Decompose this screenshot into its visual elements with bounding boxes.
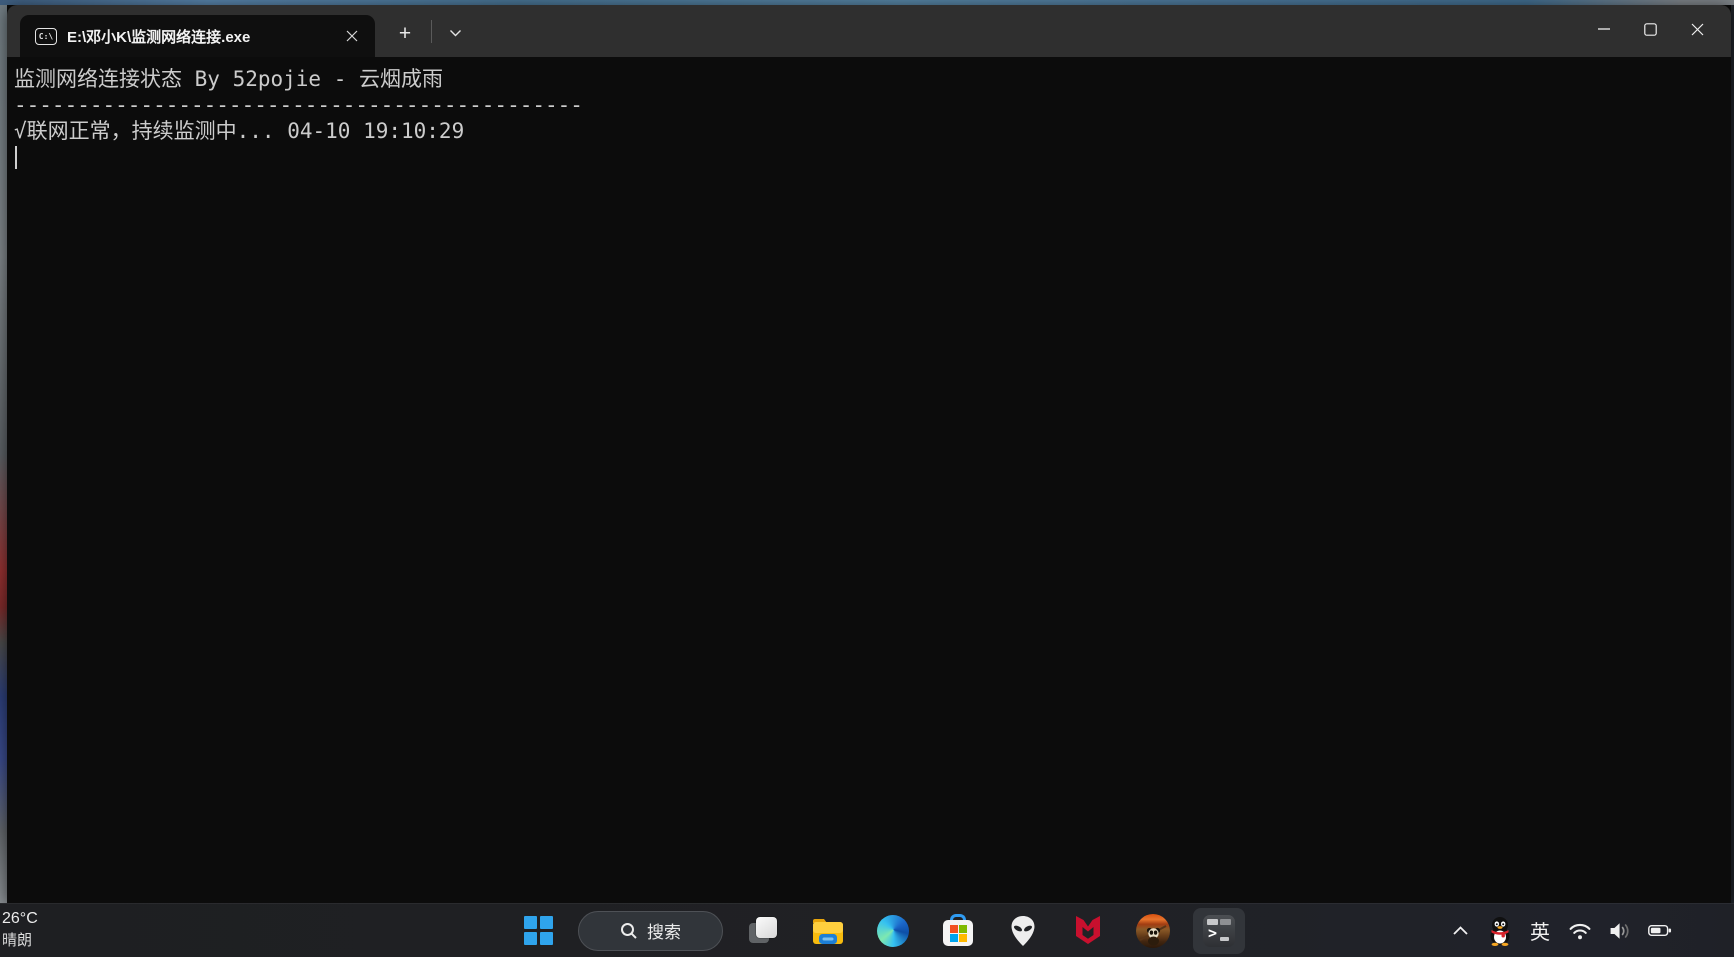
taskbar: 26°C 晴朗 搜索 — [0, 903, 1734, 957]
mcafee-button[interactable] — [1063, 908, 1113, 954]
terminal-titlebar[interactable]: C:\ E:\邓小K\监测网络连接.exe + — [7, 5, 1731, 57]
tab-title: E:\邓小K\监测网络连接.exe — [67, 26, 331, 47]
weather-condition: 晴朗 — [2, 930, 38, 952]
volume-icon — [1608, 920, 1632, 942]
volume-tray-button[interactable] — [1608, 915, 1632, 947]
windows-logo-icon — [524, 916, 553, 945]
terminal-line-divider: ----------------------------------------… — [14, 92, 1731, 118]
taskbar-center: 搜索 — [513, 904, 1245, 957]
language-indicator[interactable]: 英 — [1528, 915, 1552, 947]
chevron-up-icon — [1452, 926, 1469, 936]
search-label: 搜索 — [647, 918, 681, 943]
weather-temperature: 26°C — [2, 908, 38, 930]
wifi-icon — [1568, 920, 1592, 942]
desktop-background-left-strip — [0, 5, 7, 903]
microsoft-store-button[interactable] — [933, 908, 983, 954]
qq-tray-button[interactable] — [1488, 915, 1512, 947]
terminal-output-area[interactable]: 监测网络连接状态 By 52pojie - 云烟成雨 -------------… — [7, 57, 1731, 903]
alienware-icon — [1009, 915, 1037, 947]
minimize-icon — [1598, 28, 1610, 30]
new-tab-button[interactable]: + — [392, 20, 418, 46]
qq-penguin-icon — [1488, 916, 1512, 946]
tab-close-button[interactable] — [337, 22, 367, 50]
file-explorer-icon — [811, 915, 845, 946]
weather-widget[interactable]: 26°C 晴朗 — [2, 908, 38, 952]
language-indicator-label: 英 — [1530, 916, 1550, 945]
scream-app-button[interactable] — [1128, 908, 1178, 954]
search-icon — [620, 922, 638, 940]
tab-dropdown-button[interactable] — [443, 24, 467, 42]
windows-terminal-button-active[interactable]: > — [1193, 908, 1245, 954]
alienware-button[interactable] — [998, 908, 1048, 954]
close-window-button[interactable] — [1674, 5, 1721, 53]
windows-terminal-icon: > — [1203, 915, 1235, 947]
plus-icon: + — [399, 23, 411, 44]
file-explorer-button[interactable] — [803, 908, 853, 954]
tray-overflow-button[interactable] — [1448, 915, 1472, 947]
terminal-line-banner: 监测网络连接状态 By 52pojie - 云烟成雨 — [14, 66, 1731, 92]
terminal-tab[interactable]: C:\ E:\邓小K\监测网络连接.exe — [20, 15, 375, 57]
task-view-button[interactable] — [738, 908, 788, 954]
wifi-tray-button[interactable] — [1568, 915, 1592, 947]
screen: C:\ E:\邓小K\监测网络连接.exe + — [0, 0, 1734, 957]
minimize-button[interactable] — [1580, 5, 1627, 53]
start-button[interactable] — [513, 908, 563, 954]
scream-panda-icon — [1136, 914, 1170, 948]
taskbar-search[interactable]: 搜索 — [578, 911, 723, 951]
cmd-icon: C:\ — [35, 28, 57, 45]
cmd-icon-label: C:\ — [39, 32, 53, 41]
window-controls — [1580, 5, 1721, 57]
edge-icon — [877, 915, 909, 947]
edge-browser-button[interactable] — [868, 908, 918, 954]
system-tray: 英 — [1448, 904, 1672, 957]
maximize-icon — [1644, 23, 1657, 36]
close-icon — [346, 30, 358, 42]
terminal-prompt-glyph: > — [1208, 924, 1217, 942]
task-view-icon — [747, 915, 779, 947]
microsoft-store-icon — [942, 914, 974, 947]
chevron-down-icon — [449, 29, 462, 37]
maximize-button[interactable] — [1627, 5, 1674, 53]
battery-tray-button[interactable] — [1648, 915, 1672, 947]
mcafee-shield-icon — [1073, 915, 1103, 946]
terminal-cursor — [15, 146, 17, 169]
terminal-line-status: √联网正常，持续监测中... 04-10 19:10:29 — [14, 118, 1731, 144]
battery-icon — [1648, 922, 1672, 939]
close-icon — [1691, 23, 1704, 36]
titlebar-separator — [431, 20, 432, 43]
terminal-window: C:\ E:\邓小K\监测网络连接.exe + — [7, 5, 1731, 903]
